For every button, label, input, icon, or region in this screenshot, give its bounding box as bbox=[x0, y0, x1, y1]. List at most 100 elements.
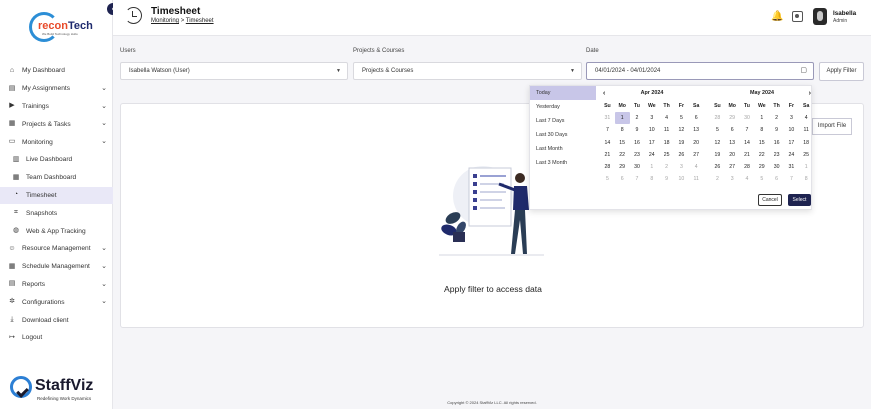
calendar-day[interactable]: 12 bbox=[674, 124, 689, 136]
calendar-day[interactable]: 8 bbox=[644, 173, 659, 185]
calendar-day[interactable]: 2 bbox=[769, 112, 784, 124]
prev-month-icon[interactable]: ‹ bbox=[603, 90, 605, 97]
calendar-day[interactable]: 4 bbox=[689, 161, 704, 173]
calendar-day[interactable]: 20 bbox=[725, 149, 740, 161]
calendar-day[interactable]: 31 bbox=[784, 161, 799, 173]
calendar-day[interactable]: 26 bbox=[710, 161, 725, 173]
calendar-day[interactable]: 1 bbox=[614, 112, 630, 125]
calendar-day[interactable]: 9 bbox=[630, 124, 645, 136]
users-select[interactable]: Isabella Watson (User) ▼ bbox=[120, 62, 348, 80]
calendar-day[interactable]: 27 bbox=[689, 149, 704, 161]
calendar-day[interactable]: 28 bbox=[740, 161, 755, 173]
date-range-input[interactable]: 04/01/2024 - 04/01/2024 ▢ bbox=[586, 62, 814, 80]
calendar-day[interactable]: 27 bbox=[725, 161, 740, 173]
calendar-day[interactable]: 11 bbox=[689, 173, 704, 185]
calendar-day[interactable]: 3 bbox=[725, 173, 740, 185]
sidebar-item-logout[interactable]: ↦ Logout bbox=[0, 329, 113, 347]
breadcrumb-monitoring[interactable]: Monitoring bbox=[151, 18, 179, 24]
calendar-day[interactable]: 29 bbox=[615, 161, 630, 173]
calendar-day[interactable]: 4 bbox=[740, 173, 755, 185]
calendar-day[interactable]: 25 bbox=[659, 149, 674, 161]
calendar-day[interactable]: 13 bbox=[725, 137, 740, 149]
calendar-day[interactable]: 28 bbox=[600, 161, 615, 173]
calendar-day[interactable]: 7 bbox=[600, 124, 615, 136]
calendar-day[interactable]: 31 bbox=[600, 112, 615, 124]
projects-select[interactable]: Projects & Courses ▼ bbox=[353, 62, 582, 80]
calendar-day[interactable]: 3 bbox=[644, 112, 659, 124]
calendar-day[interactable]: 19 bbox=[710, 149, 725, 161]
preset-last-month[interactable]: Last Month bbox=[530, 142, 596, 156]
calendar-day[interactable]: 5 bbox=[754, 173, 769, 185]
calendar-day[interactable]: 24 bbox=[644, 149, 659, 161]
avatar[interactable] bbox=[813, 8, 827, 25]
calendar-day[interactable]: 18 bbox=[799, 137, 814, 149]
sidebar-item-my-dashboard[interactable]: ⌂ My Dashboard bbox=[0, 62, 113, 80]
sidebar-item-resource-management[interactable]: ☺ Resource Management ⌄ bbox=[0, 240, 113, 258]
calendar-day[interactable]: 24 bbox=[784, 149, 799, 161]
calendar-day[interactable]: 8 bbox=[754, 124, 769, 136]
calendar-day[interactable]: 21 bbox=[600, 149, 615, 161]
calendar-day[interactable]: 19 bbox=[674, 137, 689, 149]
calendar-day[interactable]: 12 bbox=[710, 137, 725, 149]
calendar-day[interactable]: 22 bbox=[754, 149, 769, 161]
calendar-day[interactable]: 6 bbox=[725, 124, 740, 136]
breadcrumb-timesheet[interactable]: Timesheet bbox=[186, 18, 214, 24]
calendar-day[interactable]: 15 bbox=[754, 137, 769, 149]
select-button[interactable]: Select bbox=[788, 194, 811, 206]
sidebar-item-projects-tasks[interactable]: ▦ Projects & Tasks ⌄ bbox=[0, 115, 113, 133]
calendar-day[interactable]: 5 bbox=[710, 124, 725, 136]
calendar-day[interactable]: 23 bbox=[630, 149, 645, 161]
calendar-day[interactable]: 1 bbox=[799, 161, 814, 173]
sidebar-item-timesheet[interactable]: ◔ Timesheet bbox=[0, 186, 113, 205]
calendar-day[interactable]: 7 bbox=[740, 124, 755, 136]
calendar-day[interactable]: 25 bbox=[799, 149, 814, 161]
sidebar-item-reports[interactable]: ▤ Reports ⌄ bbox=[0, 276, 113, 294]
calendar-day[interactable]: 2 bbox=[630, 112, 645, 124]
sidebar-item-web-app-tracking[interactable]: ◍ Web & App Tracking bbox=[0, 222, 113, 240]
calendar-day[interactable]: 17 bbox=[784, 137, 799, 149]
calendar-day[interactable]: 30 bbox=[769, 161, 784, 173]
calendar-day[interactable]: 9 bbox=[659, 173, 674, 185]
calendar-day[interactable]: 3 bbox=[674, 161, 689, 173]
calendar-day[interactable]: 5 bbox=[600, 173, 615, 185]
apply-filter-button[interactable]: Apply Filter bbox=[819, 62, 864, 81]
calendar-day[interactable]: 10 bbox=[784, 124, 799, 136]
calendar-day[interactable]: 8 bbox=[799, 173, 814, 185]
calendar-day[interactable]: 13 bbox=[689, 124, 704, 136]
calendar-day[interactable]: 21 bbox=[740, 149, 755, 161]
sidebar-item-snapshots[interactable]: ⌗ Snapshots bbox=[0, 204, 113, 222]
calendar-day[interactable]: 2 bbox=[659, 161, 674, 173]
calendar-day[interactable]: 16 bbox=[630, 137, 645, 149]
preset-today[interactable]: Today bbox=[530, 86, 596, 101]
calendar-day[interactable]: 3 bbox=[784, 112, 799, 124]
import-file-button[interactable]: Import File bbox=[812, 118, 852, 135]
calendar-day[interactable]: 30 bbox=[630, 161, 645, 173]
calendar-day[interactable]: 8 bbox=[615, 124, 630, 136]
sidebar-item-download-client[interactable]: ⤓ Download client bbox=[0, 311, 113, 329]
calendar-day[interactable]: 11 bbox=[659, 124, 674, 136]
sidebar-item-configurations[interactable]: ✲ Configurations ⌄ bbox=[0, 293, 113, 311]
calendar-day[interactable]: 1 bbox=[644, 161, 659, 173]
sidebar-item-schedule-management[interactable]: ▦ Schedule Management ⌄ bbox=[0, 258, 113, 276]
calendar-day[interactable]: 30 bbox=[740, 112, 755, 124]
sidebar-item-my-assignments[interactable]: ▤ My Assignments ⌄ bbox=[0, 80, 113, 98]
calendar-day[interactable]: 29 bbox=[725, 112, 740, 124]
calendar-day[interactable]: 22 bbox=[615, 149, 630, 161]
calendar-day[interactable]: 7 bbox=[630, 173, 645, 185]
preset-yesterday[interactable]: Yesterday bbox=[530, 100, 596, 114]
calendar-day[interactable]: 10 bbox=[644, 124, 659, 136]
calendar-day[interactable]: 17 bbox=[644, 137, 659, 149]
sidebar-item-trainings[interactable]: ▶ Trainings ⌄ bbox=[0, 98, 113, 116]
preset-last-7-days[interactable]: Last 7 Days bbox=[530, 114, 596, 128]
calendar-day[interactable]: 23 bbox=[769, 149, 784, 161]
calendar-icon[interactable]: ▢ bbox=[800, 63, 807, 79]
sidebar-item-live-dashboard[interactable]: ▥ Live Dashboard bbox=[0, 151, 113, 169]
sidebar-item-team-dashboard[interactable]: ▦ Team Dashboard bbox=[0, 169, 113, 187]
calendar-day[interactable]: 28 bbox=[710, 112, 725, 124]
calendar-day[interactable]: 18 bbox=[659, 137, 674, 149]
calendar-day[interactable]: 6 bbox=[689, 112, 704, 124]
calendar-day[interactable]: 14 bbox=[600, 137, 615, 149]
next-month-icon[interactable]: › bbox=[809, 90, 811, 97]
calendar-day[interactable]: 14 bbox=[740, 137, 755, 149]
preset-last-30-days[interactable]: Last 30 Days bbox=[530, 128, 596, 142]
